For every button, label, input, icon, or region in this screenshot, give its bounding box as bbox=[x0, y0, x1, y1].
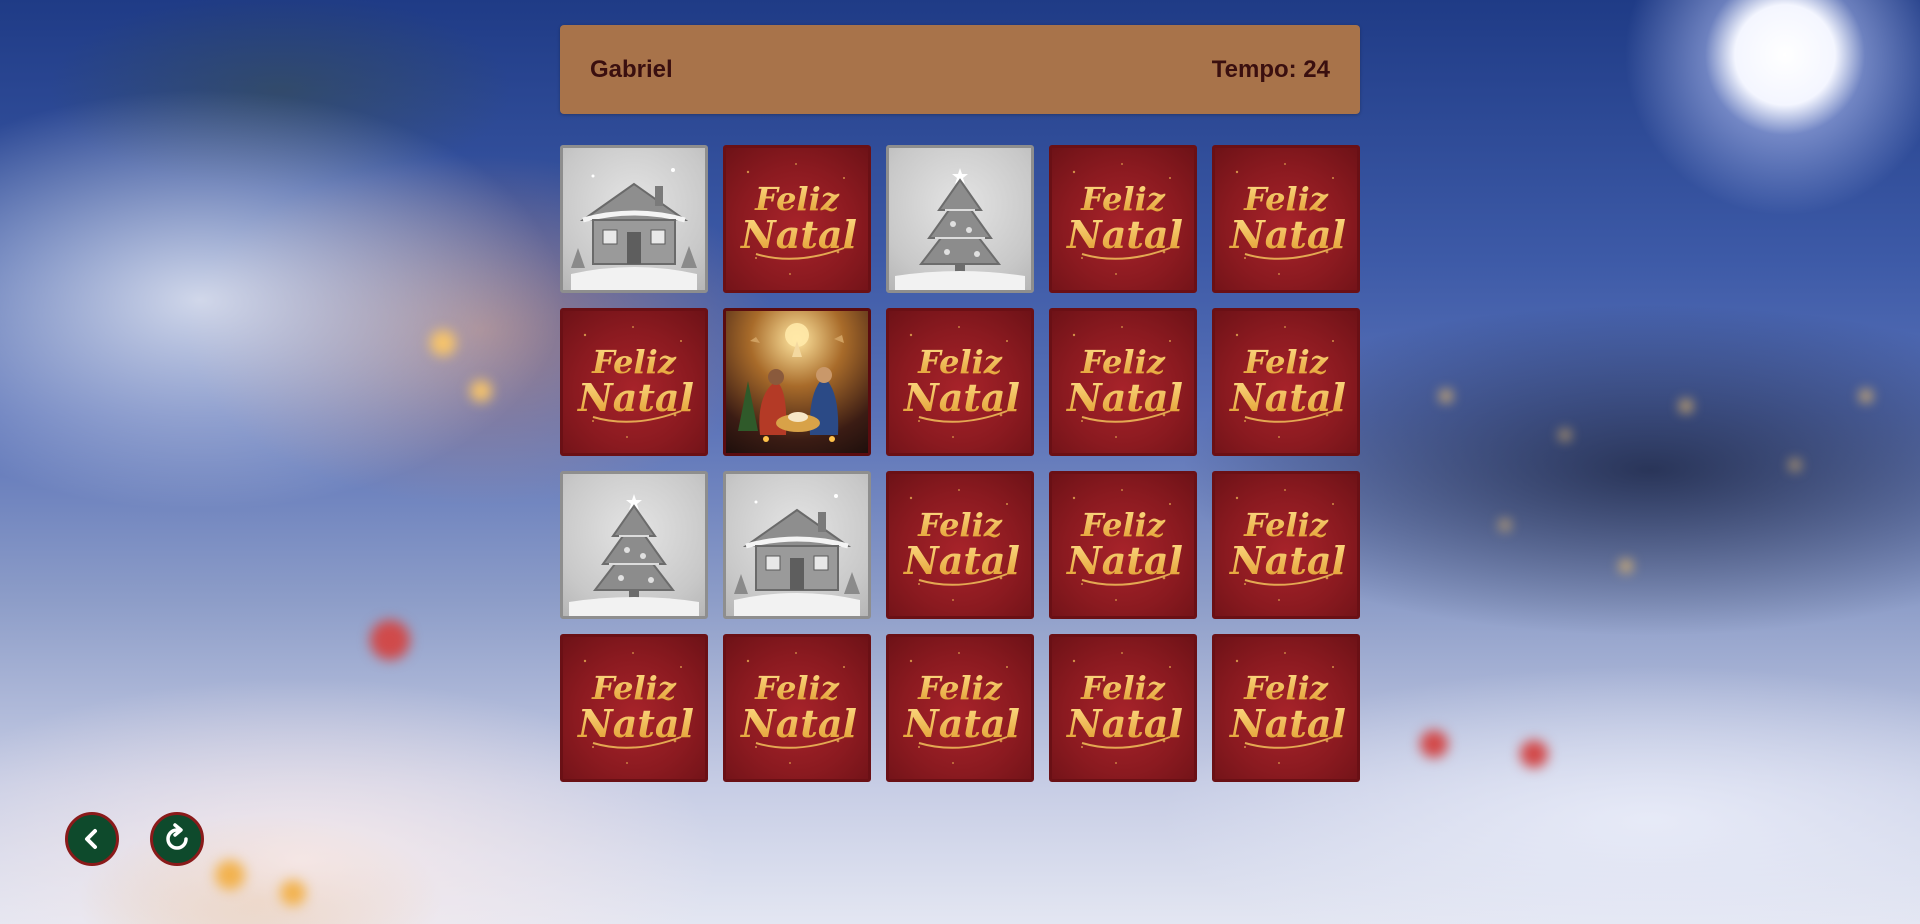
window-light bbox=[1620, 560, 1632, 572]
ornament bbox=[1420, 730, 1448, 758]
memory-board: Feliz Natal Feliz Natal Feliz Natal Feliz Natal… bbox=[560, 145, 1360, 782]
christmas-tree-icon bbox=[895, 168, 1025, 290]
ornament bbox=[1520, 740, 1548, 768]
feliz-natal-art: FelizNatal bbox=[740, 163, 857, 275]
memory-card[interactable]: Feliz Natal bbox=[886, 471, 1034, 619]
feliz-natal-art: FelizNatal bbox=[1229, 489, 1346, 601]
restart-button[interactable] bbox=[150, 812, 204, 866]
memory-card[interactable]: Feliz Natal bbox=[1049, 471, 1197, 619]
memory-card[interactable] bbox=[886, 145, 1034, 293]
window-light bbox=[215, 860, 245, 890]
feliz-natal-art: FelizNatal bbox=[1066, 326, 1183, 438]
feliz-natal-art: FelizNatal bbox=[1066, 163, 1183, 275]
memory-card[interactable]: Feliz Natal bbox=[723, 145, 871, 293]
feliz-natal-art: FelizNatal bbox=[740, 652, 857, 764]
player-name: Gabriel bbox=[590, 56, 673, 83]
memory-card[interactable]: Feliz Natal bbox=[1049, 145, 1197, 293]
feliz-natal-art: FelizNatal bbox=[577, 652, 694, 764]
feliz-natal-art: FelizNatal bbox=[903, 489, 1020, 601]
window-light bbox=[430, 330, 456, 356]
memory-card[interactable]: Feliz Natal bbox=[1212, 308, 1360, 456]
house-icon bbox=[571, 168, 697, 290]
window-light bbox=[470, 380, 492, 402]
memory-card[interactable] bbox=[723, 308, 871, 456]
memory-card[interactable]: Feliz Natal bbox=[1212, 145, 1360, 293]
memory-card[interactable]: Feliz Natal bbox=[1049, 308, 1197, 456]
feliz-natal-art: FelizNatal bbox=[903, 326, 1020, 438]
back-button[interactable] bbox=[65, 812, 119, 866]
feliz-natal-art: FelizNatal bbox=[903, 652, 1020, 764]
ornament bbox=[370, 620, 410, 660]
chevron-left-icon bbox=[85, 829, 97, 849]
house-icon bbox=[734, 494, 860, 616]
memory-card[interactable] bbox=[723, 471, 871, 619]
window-light bbox=[1440, 390, 1452, 402]
game-header: Gabriel Tempo: 24 bbox=[560, 25, 1360, 114]
window-light bbox=[1560, 430, 1570, 440]
window-light bbox=[1680, 400, 1692, 412]
restart-icon bbox=[166, 823, 188, 850]
memory-card[interactable]: Feliz Natal bbox=[560, 634, 708, 782]
memory-card[interactable]: Feliz Natal bbox=[723, 634, 871, 782]
window-light bbox=[1500, 520, 1510, 530]
memory-card[interactable]: Feliz Natal bbox=[886, 634, 1034, 782]
memory-card[interactable]: Feliz Natal bbox=[1212, 634, 1360, 782]
nativity-icon bbox=[738, 323, 844, 442]
memory-card[interactable] bbox=[560, 471, 708, 619]
feliz-natal-art: FelizNatal bbox=[1066, 489, 1183, 601]
feliz-natal-art: FelizNatal bbox=[577, 326, 694, 438]
feliz-natal-art: FelizNatal bbox=[1066, 652, 1183, 764]
timer-label: Tempo: 24 bbox=[1211, 56, 1330, 83]
memory-card[interactable] bbox=[560, 145, 708, 293]
window-light bbox=[1860, 390, 1872, 402]
window-light bbox=[280, 880, 306, 906]
memory-card[interactable]: Feliz Natal bbox=[1049, 634, 1197, 782]
window-light bbox=[1790, 460, 1800, 470]
christmas-tree-icon bbox=[569, 494, 699, 616]
memory-card[interactable]: Feliz Natal bbox=[560, 308, 708, 456]
memory-card[interactable]: Feliz Natal bbox=[886, 308, 1034, 456]
feliz-natal-art: FelizNatal bbox=[1229, 326, 1346, 438]
feliz-natal-art: FelizNatal bbox=[1229, 163, 1346, 275]
memory-card[interactable]: Feliz Natal bbox=[1212, 471, 1360, 619]
feliz-natal-art: FelizNatal bbox=[1229, 652, 1346, 764]
